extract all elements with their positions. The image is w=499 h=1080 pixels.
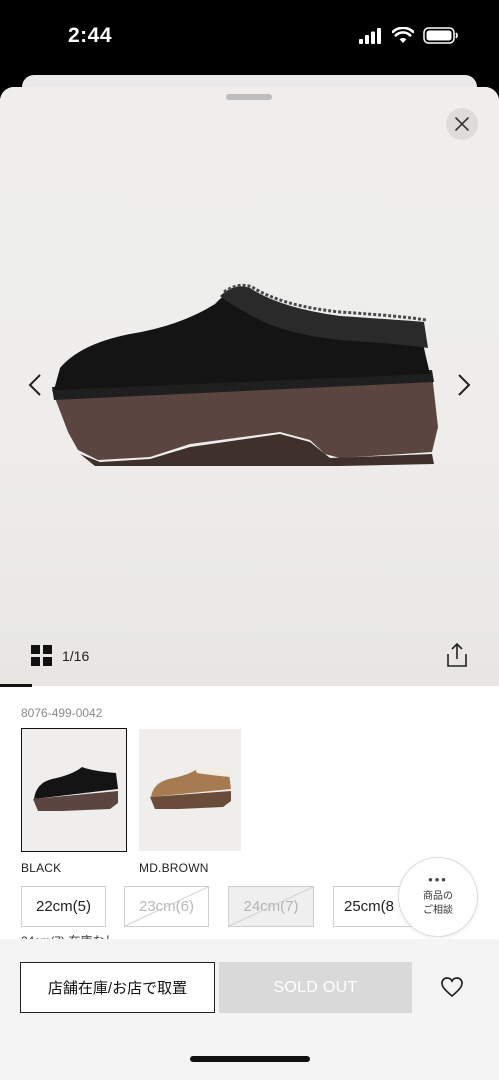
status-bar: 2:44	[0, 0, 499, 75]
home-indicator[interactable]	[190, 1056, 310, 1062]
product-photo-shoe	[52, 283, 438, 466]
chevron-right-icon[interactable]	[450, 373, 474, 397]
product-modal: 1/16 8076-499-0042 BLACK MD.BROWN 22cm(5…	[0, 87, 499, 1080]
unavailable-slash	[125, 887, 208, 926]
size-option-22cm[interactable]: 22cm(5)	[21, 886, 106, 927]
swatch-shoe-black	[33, 767, 118, 811]
consult-label-line1: 商品の	[423, 891, 453, 902]
color-swatch-md-brown[interactable]	[139, 729, 241, 851]
store-stock-button[interactable]: 店舗在庫/お店で取置	[20, 962, 215, 1013]
battery-icon	[423, 27, 458, 44]
share-icon[interactable]	[444, 642, 470, 668]
close-button[interactable]	[446, 108, 478, 140]
grid-view-icon[interactable]	[31, 645, 52, 666]
image-counter: 1/16	[62, 648, 90, 664]
cellular-signal-icon	[359, 27, 381, 44]
gallery-progress-indicator	[0, 684, 32, 687]
color-label-black: BLACK	[21, 861, 62, 875]
size-label: 25cm(8	[344, 898, 395, 915]
product-sku: 8076-499-0042	[21, 706, 103, 720]
close-icon	[455, 117, 469, 131]
wifi-icon	[392, 27, 414, 43]
size-label: 22cm(5)	[35, 898, 91, 915]
size-option-23cm[interactable]: 23cm(6)	[124, 886, 209, 927]
unavailable-slash	[229, 887, 313, 926]
swatch-shoe-brown	[150, 767, 231, 809]
status-time: 2:44	[68, 24, 113, 47]
status-icons	[359, 27, 459, 44]
color-label-md-brown: MD.BROWN	[139, 861, 209, 875]
product-consult-button[interactable]: ••• 商品の ご相談	[398, 857, 478, 937]
consult-label-line2: ご相談	[423, 905, 453, 916]
sold-out-button: SOLD OUT	[219, 962, 412, 1013]
more-dots-icon: •••	[428, 872, 448, 887]
sheet-grabber[interactable]	[226, 94, 272, 100]
product-image-gallery[interactable]: 1/16	[0, 87, 499, 687]
heart-icon[interactable]	[440, 976, 464, 998]
size-option-24cm[interactable]: 24cm(7)	[228, 886, 314, 927]
color-swatch-black[interactable]	[21, 728, 127, 852]
